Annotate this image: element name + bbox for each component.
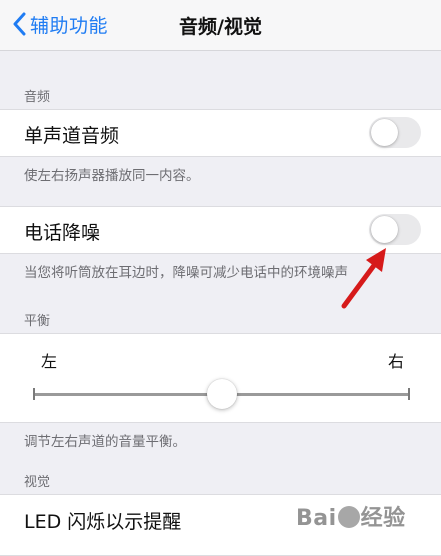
balance-footer: 调节左右声道的音量平衡。 (24, 434, 186, 450)
mono-audio-label: 单声道音频 (24, 125, 120, 147)
noise-cancellation-footer: 当您将听筒放在耳边时，降噪可减少电话中的环境噪声 (24, 265, 348, 281)
balance-slider-thumb[interactable] (206, 379, 237, 409)
baidu-watermark: Bai 经验 (296, 500, 406, 532)
balance-left-label: 左 (41, 352, 58, 371)
mono-audio-row: 单声道音频 (0, 109, 441, 157)
noise-cancellation-label: 电话降噪 (24, 222, 101, 244)
mono-audio-toggle[interactable] (369, 117, 421, 148)
section-header-balance: 平衡 (24, 314, 51, 329)
slider-tick-right (408, 388, 410, 400)
navigation-bar: 辅助功能 音频/视觉 (0, 0, 441, 51)
paw-icon (337, 506, 360, 528)
balance-row (0, 333, 441, 423)
watermark-text-a: Bai (296, 506, 337, 531)
balance-right-label: 右 (388, 352, 405, 371)
page-title: 音频/视觉 (179, 16, 262, 38)
toggle-knob (371, 216, 398, 243)
section-header-audio: 音频 (24, 90, 51, 105)
section-header-visual: 视觉 (24, 475, 51, 490)
toggle-knob (371, 119, 398, 146)
slider-tick-left (33, 388, 35, 400)
mono-audio-footer: 使左右扬声器播放同一内容。 (24, 168, 200, 184)
led-flash-label: LED 闪烁以示提醒 (24, 511, 182, 533)
watermark-text-b: 经验 (360, 506, 406, 531)
arrow-annotation-icon (341, 248, 386, 309)
